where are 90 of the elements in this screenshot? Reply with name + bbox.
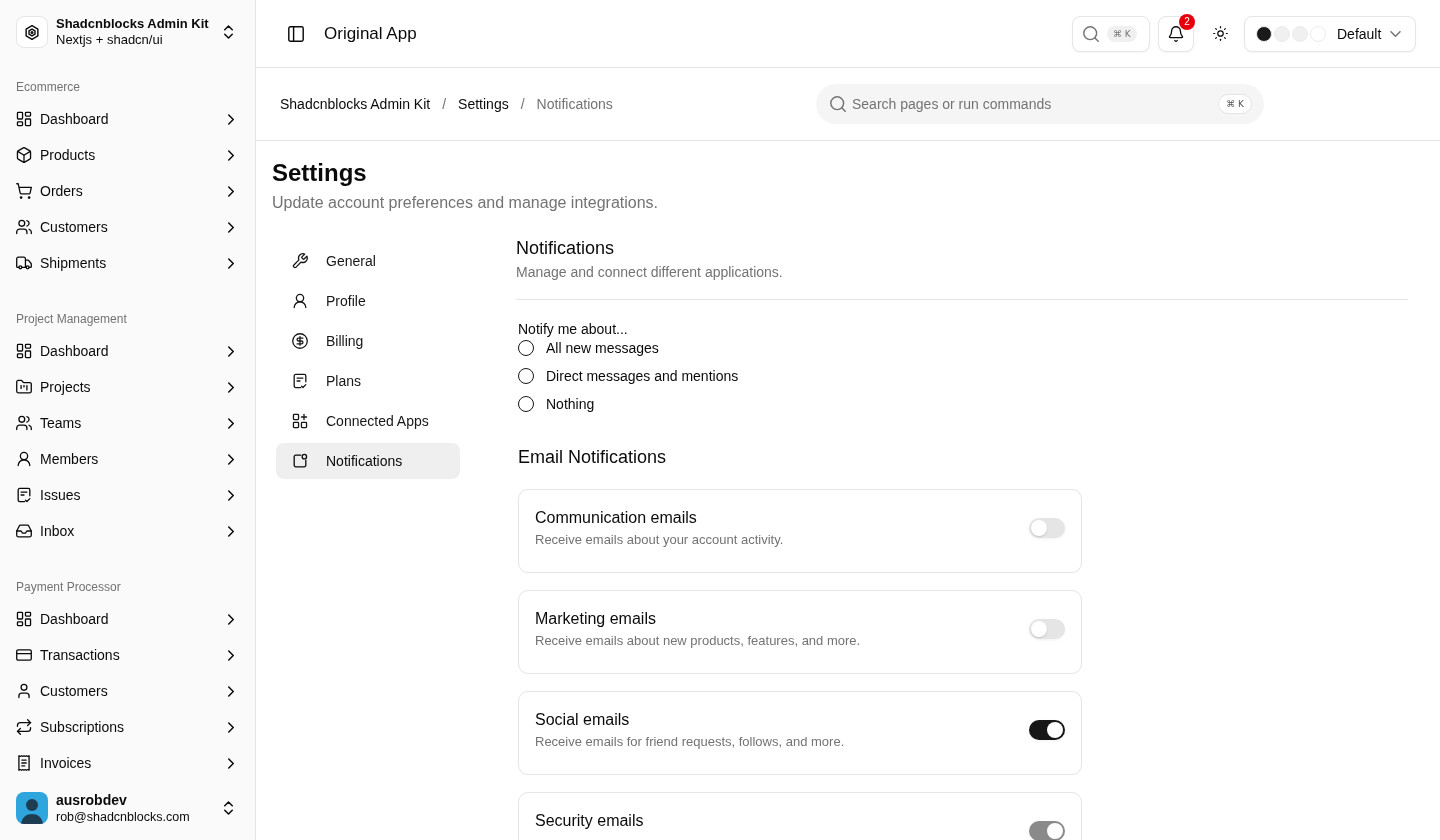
notification-square-icon [292,453,308,469]
dashboard-grid-icon [16,611,32,627]
setting-title: Social emails [535,710,630,730]
setting-title: Security emails [535,811,644,831]
settings-nav-item[interactable]: Notifications [276,443,460,479]
sun-icon [1212,26,1228,41]
radio-label: All new messages [546,340,659,356]
radio-label: Direct messages and mentions [546,368,739,384]
person-silhouette-icon [16,792,48,824]
toggle-switch[interactable] [1029,619,1065,639]
breadcrumb-link[interactable]: Shadcnblocks Admin Kit [280,96,431,112]
wrench-icon [292,253,308,269]
settings-nav-item[interactable]: Billing [276,323,460,359]
page-title: Settings [272,158,367,188]
sidebar-group-label: Payment Processor [15,579,122,596]
sidebar-group-label: Ecommerce [15,79,81,96]
sidebar-item[interactable]: Projects [8,369,247,405]
sidebar-item[interactable]: Orders [8,173,247,209]
workspace-switcher[interactable]: Shadcnblocks Admin Kit Nextjs + shadcn/ui [8,8,247,56]
user-icon [16,683,32,699]
credit-card-icon [16,647,32,663]
chevrons-up-down-icon [224,25,233,39]
sidebar-item[interactable]: Issues [8,477,247,513]
search-button[interactable]: ⌘ K [1072,15,1150,52]
users-icon [16,415,32,431]
breadcrumb-separator: / [442,96,447,112]
page-subtitle: Update account preferences and manage integrations. [272,193,659,213]
dashboard-grid-icon [16,111,32,127]
box-icon [16,147,32,163]
app-title: Original App [324,23,417,44]
breadcrumb-link[interactable]: Settings [458,96,509,112]
section-description: Manage and connect different applications. [516,263,783,282]
settings-nav-item[interactable]: General [276,243,460,279]
document-check-icon [292,373,308,389]
notifications-button[interactable]: 2 [1158,15,1194,52]
breadcrumb-current-page: Notifications [536,96,613,112]
user-icon [292,293,308,309]
sidebar-item[interactable]: Members [8,441,247,477]
chevron-down-icon [1390,30,1401,37]
theme-select[interactable]: Default [1244,15,1416,52]
folder-icon [16,379,32,395]
radio-label: Nothing [546,396,595,412]
settings-nav-item[interactable]: Connected Apps [276,403,460,439]
toggle-switch[interactable] [1029,720,1065,740]
user-menu-button[interactable]: ausrobdev rob@shadcnblocks.com [8,784,247,832]
sidebar-item[interactable]: Transactions [8,637,247,673]
sidebar-item[interactable]: Shipments [8,245,247,281]
sidebar-group-label: Project Management [15,311,128,328]
truck-icon [16,255,32,271]
cart-icon [16,183,32,199]
inbox-icon [16,523,32,539]
search-icon [1083,25,1099,42]
sidebar-item[interactable]: Inbox [8,513,247,549]
chevrons-up-down-icon [224,801,233,815]
sidebar-item[interactable]: Dashboard [8,101,247,137]
document-check-icon [16,487,32,503]
search-icon [830,96,846,112]
repeat-arrows-icon [16,719,32,735]
sidebar-item[interactable]: Teams [8,405,247,441]
hexagon-logo-icon [16,16,48,48]
email-section-title: Email Notifications [518,446,667,469]
sidebar-item[interactable]: Dashboard [8,333,247,369]
setting-title: Communication emails [535,508,697,528]
dollar-circle-icon [292,333,308,349]
sidebar-item[interactable]: Dashboard [8,601,247,637]
receipt-icon [16,755,32,771]
notification-count-badge: 2 [1179,13,1195,30]
toggle-switch[interactable] [1029,518,1065,538]
panel-left-icon [288,25,304,42]
section-title: Notifications [516,237,615,260]
radio-group-label: Notify me about... [518,320,628,338]
apps-plus-icon [292,413,308,429]
sidebar-item[interactable]: Products [8,137,247,173]
shortcut-hint: ⌘ K [1107,25,1137,42]
setting-title: Marketing emails [535,609,656,629]
setting-description: Receive emails for friend requests, follows, and more. [535,733,845,751]
sidebar-item[interactable]: Customers [8,673,247,709]
shortcut-hint: ⌘ K [1218,94,1252,114]
bell-icon [1168,25,1184,42]
sidebar-item[interactable]: Subscriptions [8,709,247,745]
users-icon [16,219,32,235]
user-icon [16,451,32,467]
settings-nav-item[interactable]: Profile [276,283,460,319]
dashboard-grid-icon [16,343,32,359]
setting-description: Receive emails about your account activity. [535,531,784,549]
settings-nav-item[interactable]: Plans [276,363,460,399]
sidebar-item[interactable]: Invoices [8,745,247,781]
breadcrumb-separator: / [520,96,525,112]
sidebar-item[interactable]: Customers [8,209,247,245]
setting-description: Receive emails about new products, features, and more. [535,632,861,650]
